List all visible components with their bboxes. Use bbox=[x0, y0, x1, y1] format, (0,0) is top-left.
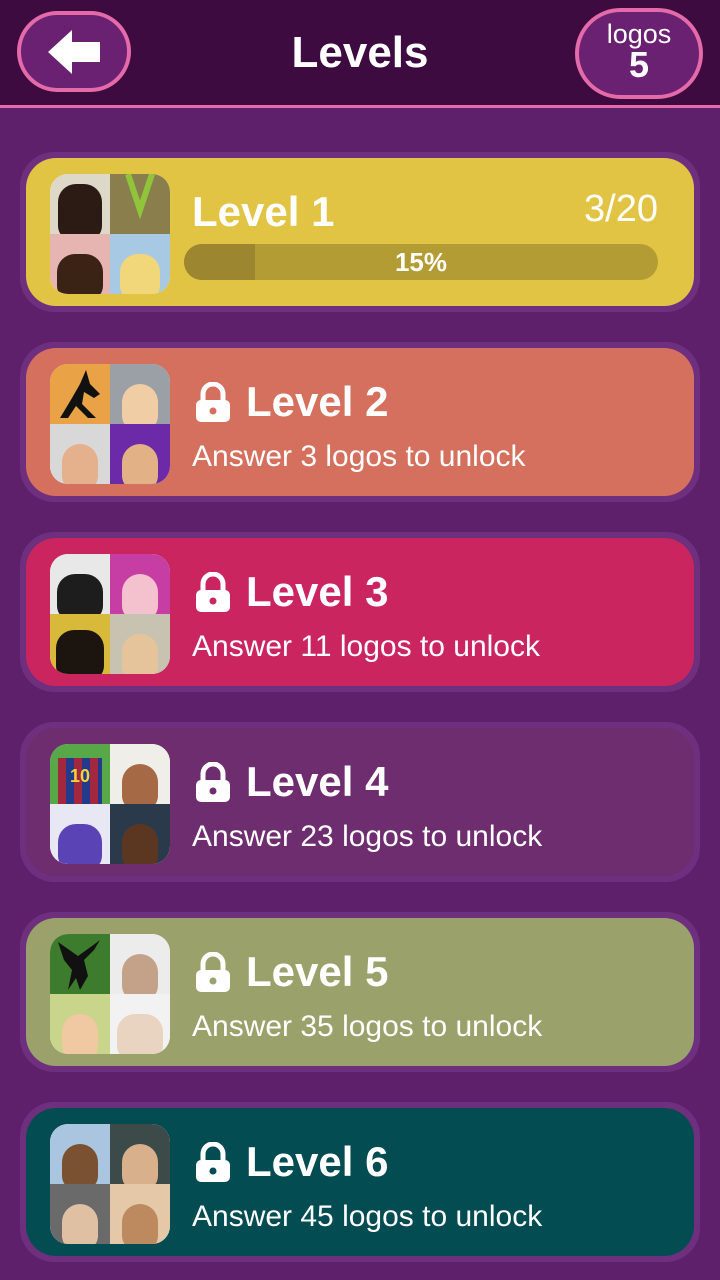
level-score: 3/20 bbox=[584, 188, 658, 230]
logos-count: 5 bbox=[628, 44, 650, 85]
level-title: Level 1 bbox=[192, 188, 335, 235]
unlock-requirement: Answer 3 logos to unlock bbox=[192, 440, 526, 473]
level-card-5[interactable]: Level 5 Answer 35 logos to unlock bbox=[20, 912, 700, 1072]
lock-icon bbox=[196, 762, 230, 802]
level-title: Level 6 bbox=[246, 1138, 389, 1185]
level-thumbnail bbox=[50, 934, 170, 1054]
level-card-2[interactable]: Level 2 Answer 3 logos to unlock bbox=[20, 342, 700, 502]
level-title: Level 5 bbox=[246, 948, 389, 995]
level-card-body: Level 1 3/20 15% bbox=[26, 158, 694, 306]
level-card-3[interactable]: Level 3 Answer 11 logos to unlock bbox=[20, 532, 700, 692]
level-card-body: Level 5 Answer 35 logos to unlock bbox=[26, 918, 694, 1066]
level-thumbnail bbox=[50, 364, 170, 484]
logos-counter: logos 5 bbox=[575, 8, 703, 99]
svg-text:10: 10 bbox=[70, 766, 90, 786]
level-card-body: Level 2 Answer 3 logos to unlock bbox=[26, 348, 694, 496]
level-title: Level 3 bbox=[246, 568, 389, 615]
unlock-requirement: Answer 11 logos to unlock bbox=[192, 630, 540, 663]
top-bar: Levels logos 5 bbox=[0, 0, 720, 108]
level-title: Level 4 bbox=[246, 758, 389, 805]
level-card-body: Level 6 Answer 45 logos to unlock bbox=[26, 1108, 694, 1256]
level-thumbnail: 10 bbox=[50, 744, 170, 864]
level-thumbnail bbox=[50, 554, 170, 674]
level-card-body: Level 3 Answer 11 logos to unlock bbox=[26, 538, 694, 686]
unlock-requirement: Answer 45 logos to unlock bbox=[192, 1200, 543, 1233]
level-progress-percent: 15% bbox=[394, 247, 448, 277]
lock-icon bbox=[196, 1142, 230, 1182]
lock-icon bbox=[196, 382, 230, 422]
level-thumbnail bbox=[50, 1124, 170, 1244]
unlock-requirement: Answer 35 logos to unlock bbox=[192, 1010, 543, 1043]
lock-icon bbox=[196, 952, 230, 992]
lock-icon bbox=[196, 572, 230, 612]
level-card-body: 10 Level 4 Answer 23 logos to unlock bbox=[26, 728, 694, 876]
level-card-1[interactable]: Level 1 3/20 15% bbox=[20, 152, 700, 312]
level-thumbnail bbox=[50, 174, 170, 294]
level-card-6[interactable]: Level 6 Answer 45 logos to unlock bbox=[20, 1102, 700, 1262]
unlock-requirement: Answer 23 logos to unlock bbox=[192, 820, 543, 853]
level-card-4[interactable]: 10 Level 4 Answer 23 logos to unlock bbox=[20, 722, 700, 882]
level-title: Level 2 bbox=[246, 378, 389, 425]
level-progress-bar: 15% bbox=[184, 244, 658, 280]
